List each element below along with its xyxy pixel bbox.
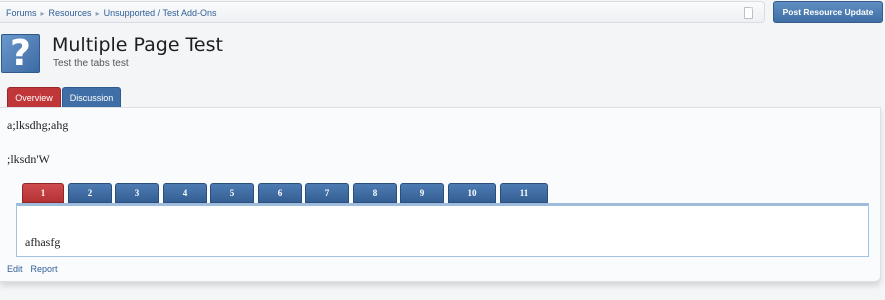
breadcrumb-item-forums[interactable]: Forums (6, 8, 37, 18)
page-tab-10[interactable]: 10 (448, 183, 496, 203)
post-actions: Edit Report (7, 264, 66, 274)
resource-question-icon: ? (1, 34, 40, 73)
content-text-line: a;lksdhg;ahg (7, 118, 69, 132)
post-resource-update-button[interactable]: Post Resource Update (773, 1, 883, 23)
page-tab-11[interactable]: 11 (500, 183, 548, 203)
page-tab-6[interactable]: 6 (258, 183, 302, 203)
page-tab-3[interactable]: 3 (115, 183, 159, 203)
breadcrumb-separator: ▸ (40, 9, 45, 18)
resource-tagline: Test the tabs test (53, 58, 129, 69)
page-tab-2[interactable]: 2 (68, 183, 112, 203)
page-title: Multiple Page Test (52, 34, 223, 56)
page-tab-content-text: afhasfg (25, 235, 61, 249)
edit-link[interactable]: Edit (7, 264, 23, 274)
page-tab-1[interactable]: 1 (22, 183, 64, 203)
report-link[interactable]: Report (31, 264, 58, 274)
page-icon (744, 7, 753, 19)
breadcrumb: Forums ▸ Resources ▸ Unsupported / Test Add-… (6, 8, 216, 18)
page-tab-9[interactable]: 9 (400, 183, 444, 203)
page-tab-5[interactable]: 5 (210, 183, 254, 203)
breadcrumb-bar: Forums ▸ Resources ▸ Unsupported / Test Add-… (0, 1, 765, 23)
page-tab-4[interactable]: 4 (163, 183, 207, 203)
page-tab-8[interactable]: 8 (353, 183, 397, 203)
tab-overview[interactable]: Overview (7, 87, 61, 107)
content-text-line: ;lksdn'W (7, 152, 50, 166)
page-tab-7[interactable]: 7 (305, 183, 349, 203)
page-tab-content-box (16, 203, 869, 257)
breadcrumb-item-resources[interactable]: Resources (49, 8, 92, 18)
tab-discussion[interactable]: Discussion (62, 87, 121, 107)
breadcrumb-separator: ▸ (95, 9, 100, 18)
breadcrumb-item-category[interactable]: Unsupported / Test Add-Ons (104, 8, 217, 18)
